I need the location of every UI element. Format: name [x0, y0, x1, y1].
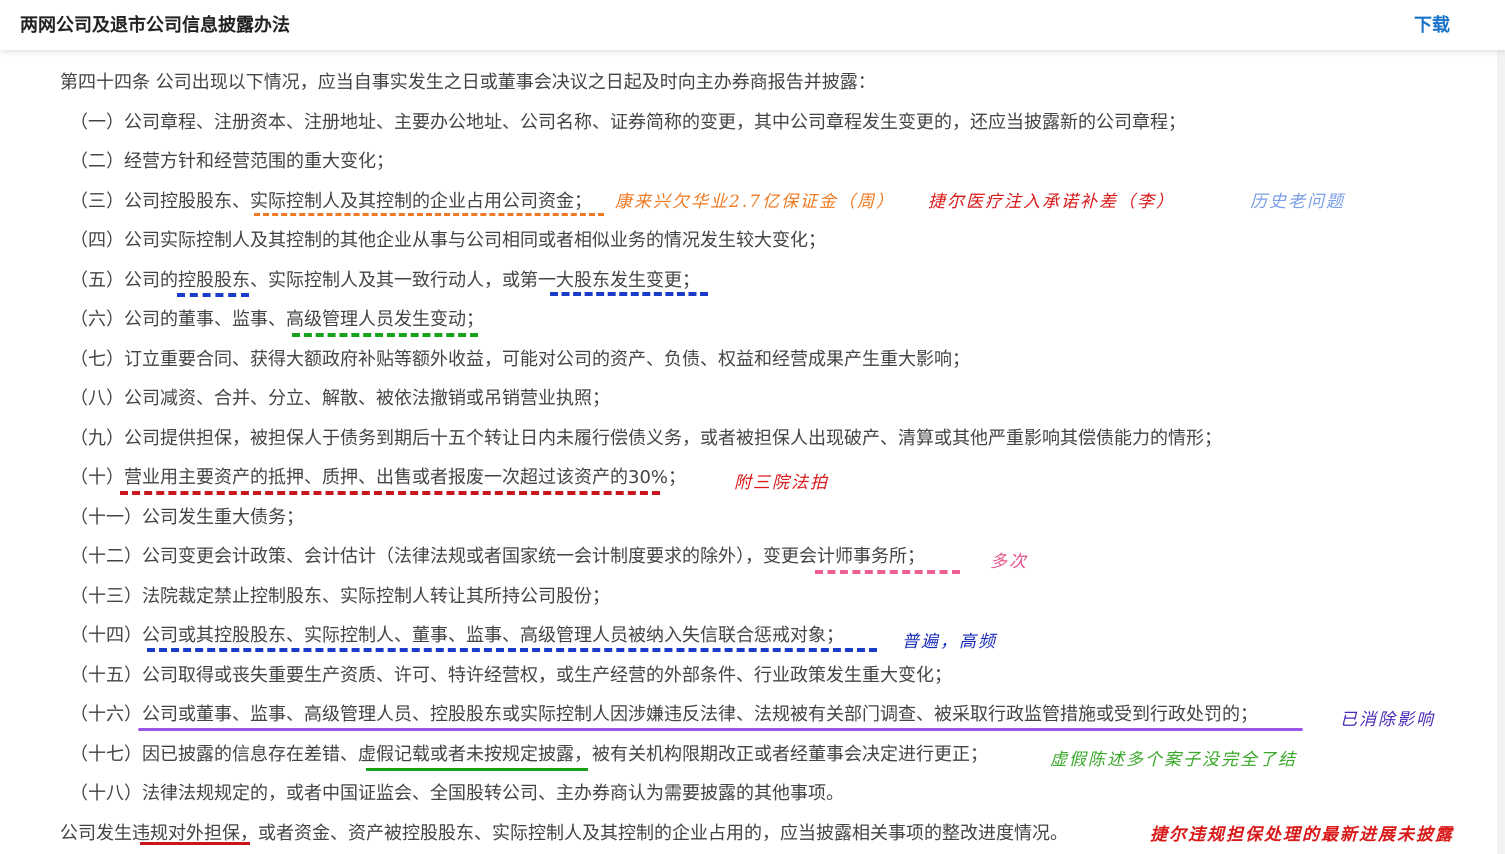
annotation-underline: [147, 648, 877, 652]
document-body: 第四十四条 公司出现以下情况，应当自事实发生之日或董事会决议之日起及时向主办券商…: [0, 50, 1505, 854]
list-item: （十八）法律法规规定的，或者中国证监会、全国股转公司、主办券商认为需要披露的其他…: [70, 783, 844, 804]
list-item: （七）订立重要合同、获得大额政府补贴等额外收益，可能对公司的资产、负债、权益和经…: [70, 349, 970, 370]
list-item: （三）公司控股股东、实际控制人及其控制的企业占用公司资金；: [70, 191, 592, 212]
list-item: （一）公司章程、注册资本、注册地址、主要办公地址、公司名称、证券简称的变更，其中…: [70, 112, 1186, 133]
list-item: （十四）公司或其控股股东、实际控制人、董事、监事、高级管理人员被纳入失信联合惩戒…: [70, 625, 844, 646]
annotation-underline: [815, 570, 960, 574]
annotation-underline: [120, 491, 660, 495]
list-item: （十）营业用主要资产的抵押、质押、出售或者报废一次超过该资产的30%；: [70, 467, 687, 488]
annotation-note: 多次: [990, 552, 1028, 572]
annotation-note: 虚假陈述多个案子没完全了结: [1050, 750, 1297, 770]
annotation-underline: [550, 292, 708, 296]
list-item: （二）经营方针和经营范围的重大变化；: [70, 151, 394, 172]
list-item: （五）公司的控股股东、实际控制人及其一致行动人，或第一大股东发生变更；: [70, 270, 700, 291]
vertical-scrollbar[interactable]: [1497, 50, 1505, 854]
annotation-note: 康来兴欠华业2.7亿保证金（周）: [615, 192, 896, 212]
document-header: 两网公司及退市公司信息披露办法 下载: [0, 0, 1505, 50]
list-item: （四）公司实际控制人及其控制的其他企业从事与公司相同或者相似业务的情况发生较大变…: [70, 230, 826, 251]
list-item: （十五）公司取得或丧失重要生产资质、许可、特许经营权，或生产经营的外部条件、行业…: [70, 665, 952, 686]
list-item: （十一）公司发生重大债务；: [70, 507, 304, 528]
annotation-note: 已消除影响: [1340, 710, 1435, 730]
annotation-note: 普遍，高频: [902, 632, 997, 652]
list-item: （八）公司减资、合并、分立、解散、被依法撤销或吊销营业执照；: [70, 388, 610, 409]
list-item: （六）公司的董事、监事、高级管理人员发生变动；: [70, 309, 484, 330]
article-heading: 第四十四条 公司出现以下情况，应当自事实发生之日或董事会决议之日起及时向主办券商…: [60, 72, 876, 93]
annotation-note: 捷尔医疗注入承诺补差（李）: [928, 192, 1175, 212]
list-item: （十七）因已披露的信息存在差错、虚假记载或者未按规定披露，被有关机构限期改正或者…: [70, 744, 988, 765]
annotation-underline: [177, 293, 249, 297]
list-item: （十二）公司变更会计政策、会计估计（法律法规或者国家统一会计制度要求的除外），变…: [70, 546, 925, 567]
annotation-underline: [254, 213, 604, 216]
annotation-underline: [138, 728, 1303, 731]
annotation-note: 附三院法拍: [734, 473, 829, 493]
annotation-note: 捷尔违规担保处理的最新进展未披露: [1150, 825, 1454, 845]
annotation-note: 历史老问题: [1250, 192, 1345, 212]
annotation-underline: [140, 842, 250, 845]
annotation-underline: [292, 333, 478, 337]
list-item: （十三）法院裁定禁止控制股东、实际控制人转让其所持公司股份；: [70, 586, 610, 607]
list-item: （九）公司提供担保，被担保人于债务到期后十五个转让日内未履行偿债义务，或者被担保…: [70, 428, 1222, 449]
document-title: 两网公司及退市公司信息披露办法: [20, 15, 290, 36]
download-button[interactable]: 下载: [1414, 11, 1450, 37]
annotation-underline: [366, 768, 588, 771]
list-item: （十六）公司或董事、监事、高级管理人员、控股股东或实际控制人因涉嫌违反法律、法规…: [70, 704, 1258, 725]
